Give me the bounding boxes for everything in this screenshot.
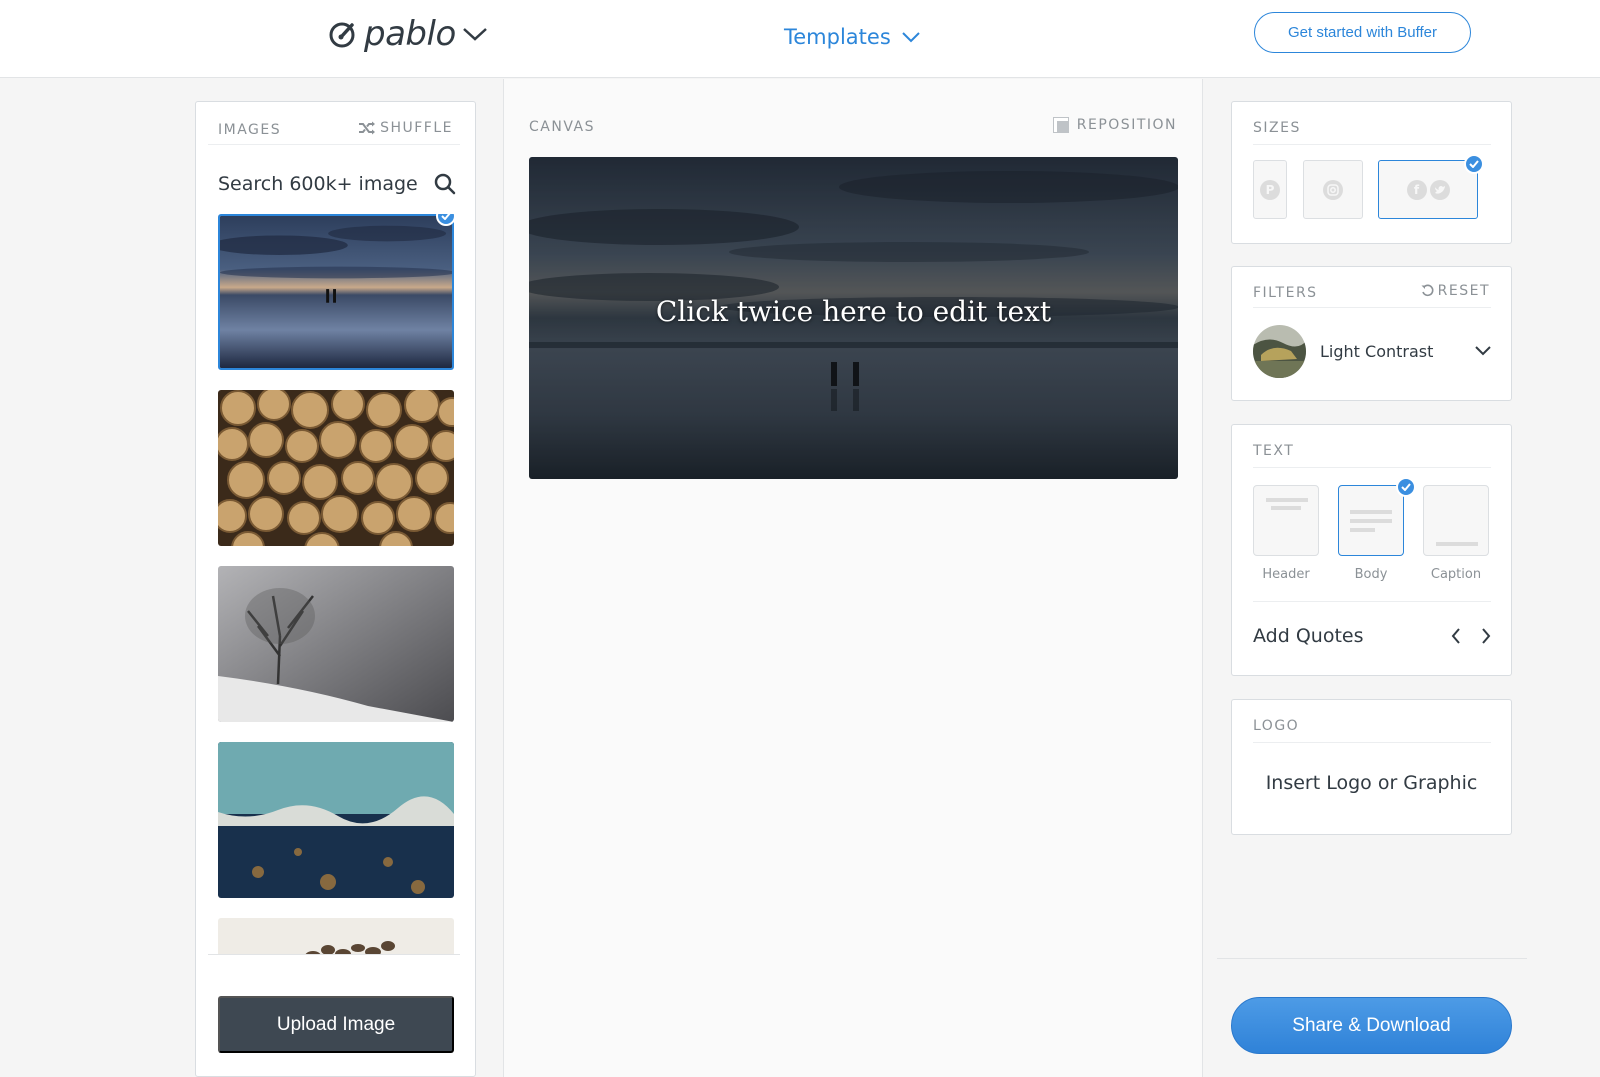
text-line [1350, 519, 1392, 523]
canvas-heading: CANVAS [529, 119, 595, 135]
templates-dropdown[interactable]: Templates [784, 25, 921, 49]
divider [1253, 307, 1491, 308]
selected-check-icon [1396, 477, 1416, 497]
reset-label: RESET [1437, 283, 1490, 299]
image-thumbnail-list[interactable] [218, 214, 454, 954]
size-option-instagram[interactable] [1303, 160, 1363, 219]
pinterest-icon: P [1260, 179, 1280, 200]
instagram-icon [1323, 179, 1343, 200]
text-panel: TEXT Header Body Caption Add Quotes [1231, 424, 1512, 676]
chevron-down-icon [1475, 346, 1491, 356]
coffee-photo [218, 918, 454, 954]
filter-preview-thumbnail [1253, 324, 1306, 378]
next-quote-button[interactable] [1481, 628, 1491, 644]
tree-photo [218, 566, 454, 722]
sizes-heading: SIZES [1253, 120, 1301, 136]
divider [208, 144, 460, 145]
shuffle-button[interactable]: SHUFFLE [358, 120, 453, 136]
pablo-brush-icon [329, 22, 355, 48]
divider [1253, 601, 1491, 602]
text-heading: TEXT [1253, 443, 1295, 459]
image-thumbnail-beach[interactable] [218, 214, 454, 370]
chevron-down-icon [462, 28, 487, 41]
text-line [1436, 542, 1478, 546]
selected-check-icon [1464, 154, 1484, 174]
previous-quote-button[interactable] [1451, 628, 1461, 644]
image-search [218, 166, 456, 202]
logo-heading: LOGO [1253, 718, 1300, 734]
divider [1253, 144, 1491, 145]
text-style-caption[interactable] [1423, 485, 1489, 556]
size-option-facebook-twitter[interactable]: f [1378, 160, 1478, 219]
image-thumbnail-logs[interactable] [218, 390, 454, 546]
text-line [1266, 498, 1308, 502]
get-started-button[interactable]: Get started with Buffer [1254, 12, 1471, 53]
image-thumbnail-wall[interactable] [218, 742, 454, 898]
filters-heading: FILTERS [1253, 285, 1318, 301]
images-heading: IMAGES [218, 122, 282, 138]
shuffle-label: SHUFFLE [380, 120, 453, 136]
reposition-label: REPOSITION [1076, 117, 1177, 133]
search-icon[interactable] [434, 173, 456, 195]
text-style-body[interactable] [1338, 485, 1404, 556]
reset-icon [1421, 284, 1434, 297]
reposition-button[interactable]: REPOSITION [1052, 117, 1177, 133]
facebook-icon: f [1406, 179, 1427, 200]
sizes-panel: SIZES P f [1231, 101, 1512, 244]
reset-filters-button[interactable]: RESET [1421, 283, 1490, 299]
divider [208, 954, 460, 955]
filters-panel: FILTERS RESET Light Contrast [1231, 266, 1512, 401]
twitter-icon [1429, 179, 1450, 200]
chevron-down-icon [902, 32, 920, 43]
templates-label: Templates [784, 25, 891, 49]
text-style-body-label: Body [1354, 567, 1388, 582]
image-thumbnail-coffee[interactable] [218, 918, 454, 954]
images-column: IMAGES SHUFFLE Search 600k+ images Uploa… [0, 79, 504, 1077]
settings-column: SIZES P f FILTERS RESET Light Contrast T… [1203, 79, 1600, 1077]
reposition-icon [1052, 117, 1069, 133]
size-option-pinterest[interactable]: P [1253, 160, 1287, 219]
beach-photo [220, 216, 452, 368]
text-style-caption-label: Caption [1430, 567, 1482, 582]
pablo-logo[interactable]: pablo [328, 14, 488, 54]
logs-photo [218, 390, 454, 546]
divider [1253, 742, 1491, 743]
chevron-right-icon [1482, 628, 1491, 644]
images-panel: IMAGES SHUFFLE Search 600k+ images Uploa… [195, 101, 476, 1077]
canvas-text-overlay[interactable]: Click twice here to edit text [529, 295, 1178, 328]
upload-image-button[interactable]: Upload Image [218, 996, 454, 1053]
filter-dropdown[interactable]: Light Contrast [1253, 324, 1491, 378]
share-download-button[interactable]: Share & Download [1231, 997, 1512, 1054]
text-line [1350, 528, 1375, 532]
text-style-header[interactable] [1253, 485, 1319, 556]
canvas-image[interactable]: Click twice here to edit text [529, 157, 1178, 479]
logo-text: pablo [364, 14, 456, 54]
text-style-header-label: Header [1262, 567, 1310, 582]
selected-filter-label: Light Contrast [1320, 341, 1434, 361]
image-search-input[interactable] [218, 173, 418, 195]
add-quotes-row: Add Quotes [1253, 625, 1491, 647]
chevron-left-icon [1451, 628, 1460, 644]
divider [1217, 958, 1527, 959]
shuffle-icon [359, 121, 376, 135]
insert-logo-button[interactable]: Insert Logo or Graphic [1232, 772, 1511, 794]
add-quotes-label: Add Quotes [1253, 625, 1364, 647]
divider [1253, 467, 1491, 468]
logo-panel: LOGO Insert Logo or Graphic [1231, 699, 1512, 835]
image-thumbnail-tree[interactable] [218, 566, 454, 722]
top-bar: pablo Templates Get started with Buffer [0, 0, 1600, 78]
canvas-column: CANVAS REPOSITION Click twice here to ed… [504, 79, 1203, 1077]
quote-navigation [1451, 628, 1491, 644]
wall-photo [218, 742, 454, 898]
text-line [1271, 506, 1301, 510]
text-line [1350, 510, 1392, 514]
